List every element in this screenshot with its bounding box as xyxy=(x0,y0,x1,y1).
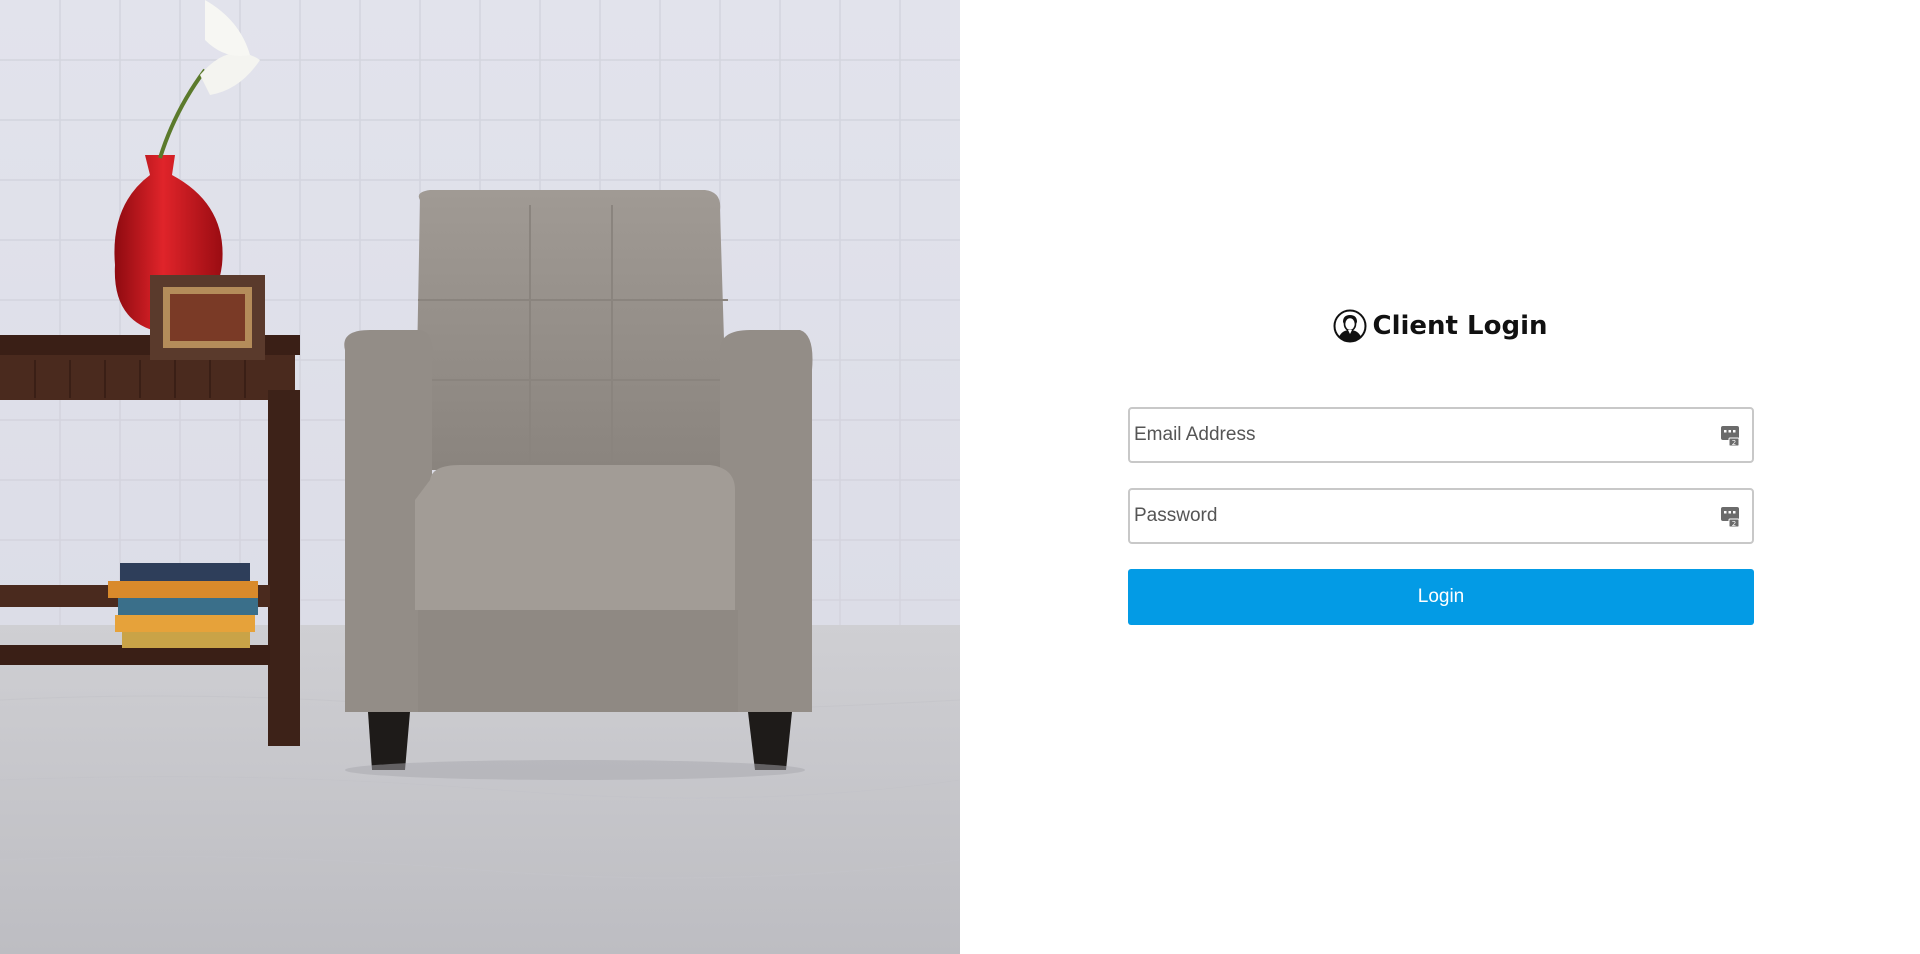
keyboard-autofill-icon[interactable]: 2 xyxy=(1720,425,1740,447)
password-field[interactable]: 2 xyxy=(1128,488,1754,544)
email-field[interactable]: 2 xyxy=(1128,407,1754,463)
hero-room-image xyxy=(0,0,960,954)
svg-text:2: 2 xyxy=(1732,520,1736,528)
login-button[interactable]: Login xyxy=(1128,569,1754,625)
login-title: Client Login xyxy=(960,306,1920,346)
svg-text:2: 2 xyxy=(1732,439,1736,447)
login-title-text: Client Login xyxy=(1372,311,1548,341)
keyboard-autofill-icon[interactable]: 2 xyxy=(1720,506,1740,528)
password-input[interactable] xyxy=(1130,490,1694,542)
email-input[interactable] xyxy=(1130,409,1694,461)
armchair-room-illustration xyxy=(0,0,960,954)
login-page: Client Login 2 xyxy=(0,0,1920,954)
user-avatar-icon xyxy=(1333,309,1367,343)
login-panel: Client Login 2 xyxy=(960,0,1920,954)
